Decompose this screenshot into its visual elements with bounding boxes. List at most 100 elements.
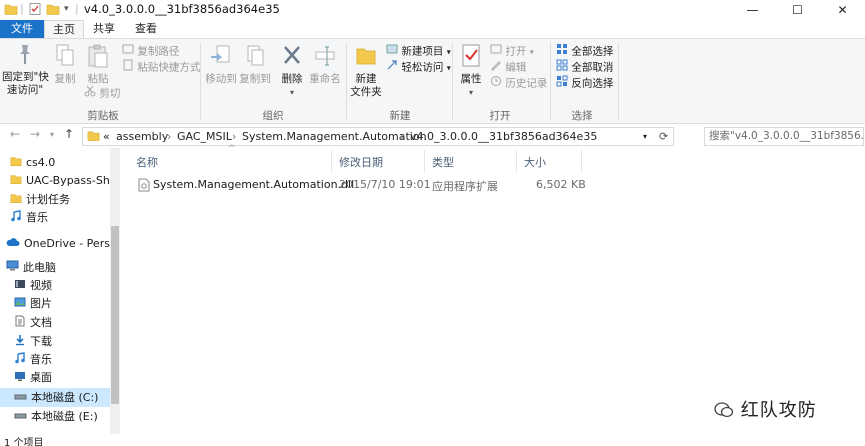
file-name: System.Management.Automation.dll [153, 178, 355, 191]
tab-file[interactable]: 文件 [0, 20, 44, 38]
properties-chevron-icon: ▾ [468, 88, 473, 97]
recent-locations-chevron-icon[interactable]: ▾ [50, 130, 54, 139]
history-icon [490, 75, 502, 92]
close-button[interactable]: ✕ [820, 0, 865, 20]
copy-button[interactable]: 复制 [50, 43, 80, 86]
history-label: 历史记录 [505, 77, 548, 90]
column-header-modified[interactable]: 修改日期 [339, 154, 383, 170]
sidebar-item[interactable]: 本地磁盘 (C:) [0, 388, 110, 407]
sidebar-item[interactable]: 此电脑 [0, 258, 110, 277]
paste-button[interactable]: 粘贴 [82, 43, 114, 86]
properties-button[interactable]: 属性 ▾ [456, 43, 486, 99]
music-icon [14, 351, 26, 370]
back-arrow-icon[interactable]: ← [10, 127, 20, 141]
minimize-button[interactable]: — [730, 0, 775, 20]
edit-button[interactable]: 编辑 [490, 59, 526, 75]
copy-to-button[interactable]: 复制到 [238, 43, 272, 86]
column-header-size[interactable]: 大小 [524, 154, 546, 170]
breadcrumb-overflow[interactable]: « [103, 130, 110, 143]
open-button[interactable]: 打开 ▾ [490, 43, 534, 59]
move-to-button[interactable]: 移动到 [204, 43, 238, 86]
cut-button[interactable]: 剪切 [84, 85, 120, 101]
sidebar-item[interactable]: 音乐 [0, 350, 110, 369]
folder-icon [10, 191, 22, 210]
tab-view[interactable]: 查看 [124, 20, 168, 38]
title-bar: | ▾ | v4.0_3.0.0.0__31bf3856ad364e35 — ☐… [0, 0, 865, 20]
invert-selection-icon [556, 75, 568, 92]
new-folder-button[interactable]: 新建 文件夹 [348, 43, 384, 99]
paste-shortcut-icon [122, 59, 134, 76]
sidebar-item-label: OneDrive - Perso [24, 237, 110, 250]
column-divider[interactable] [516, 150, 517, 172]
dll-file-icon [138, 178, 150, 195]
edit-icon [490, 59, 502, 76]
address-history-chevron-icon[interactable]: ▾ [643, 132, 647, 141]
select-none-icon [556, 59, 568, 76]
search-input[interactable]: 搜索"v4.0_3.0.0.0__31bf3856... [704, 127, 864, 146]
sidebar-item[interactable]: 本地磁盘 (E:) [0, 407, 110, 426]
rename-button[interactable]: 重命名 [308, 43, 342, 86]
desktop-icon [14, 369, 26, 388]
breadcrumb-system-management-automation[interactable]: System.Management.Automation [242, 130, 427, 143]
select-all-button[interactable]: 全部选择 [556, 43, 613, 59]
address-bar[interactable]: « assembly › GAC_MSIL › System.Managemen… [82, 127, 674, 146]
easy-access-button[interactable]: 轻松访问 ▾ [386, 59, 451, 75]
sidebar-item[interactable]: 下载 [0, 332, 110, 351]
tab-home[interactable]: 主页 [44, 20, 84, 38]
new-folder-label: 新建 文件夹 [350, 73, 382, 98]
pin-quick-access-button[interactable]: 固定到"快 速访问" [2, 43, 49, 97]
invert-selection-button[interactable]: 反向选择 [556, 75, 613, 91]
easy-access-chevron-icon: ▾ [446, 63, 451, 73]
new-item-button[interactable]: 新建项目 ▾ [386, 43, 451, 59]
breadcrumb-separator-icon[interactable]: › [167, 130, 171, 143]
sidebar-item[interactable]: cs4.0 [0, 153, 110, 172]
forward-arrow-icon[interactable]: → [30, 127, 40, 141]
sidebar-item[interactable]: UAC-Bypass-Sh [0, 171, 110, 190]
sidebar-item[interactable]: 计划任务 [0, 190, 110, 209]
group-separator [550, 43, 551, 121]
sidebar-item[interactable]: OneDrive - Perso [0, 234, 110, 253]
copy-path-button[interactable]: 复制路径 [122, 43, 179, 59]
column-divider[interactable] [424, 150, 425, 172]
breadcrumb-gac-msil[interactable]: GAC_MSIL [177, 130, 232, 143]
customize-qa-chevron-icon[interactable]: ▾ [64, 4, 69, 20]
new-group-label: 新建 [389, 110, 411, 122]
refresh-icon[interactable]: ⟳ [659, 130, 668, 143]
breadcrumb-separator-icon[interactable]: › [232, 130, 236, 143]
folder-icon [87, 129, 100, 145]
sidebar-item[interactable]: 音乐 [0, 208, 110, 227]
rename-label: 重命名 [309, 73, 341, 85]
separator: | [20, 2, 24, 15]
copy-path-icon [122, 43, 134, 60]
group-separator [452, 43, 453, 121]
select-none-button[interactable]: 全部取消 [556, 59, 613, 75]
breadcrumb-current-folder[interactable]: v4.0_3.0.0.0__31bf3856ad364e35 [410, 130, 597, 143]
group-separator [346, 43, 347, 121]
new-folder-quick-icon[interactable] [46, 2, 60, 18]
folder-icon [4, 2, 18, 18]
column-header-type[interactable]: 类型 [432, 154, 454, 170]
delete-icon [284, 46, 300, 64]
maximize-button[interactable]: ☐ [775, 0, 820, 20]
tab-share[interactable]: 共享 [84, 20, 124, 38]
new-item-label: 新建项目 [401, 45, 444, 58]
properties-quick-icon[interactable] [28, 2, 42, 18]
file-list: 名称 ^ 修改日期 类型 大小 System.Management.Automa… [124, 144, 865, 434]
history-button[interactable]: 历史记录 [490, 75, 547, 91]
ribbon: 固定到"快 速访问" 复制 粘贴 复制路径 粘贴快捷方式 剪切 剪贴板 移动到 [0, 38, 865, 124]
breadcrumb-separator-icon[interactable]: › [400, 130, 404, 143]
column-divider[interactable] [331, 150, 332, 172]
sidebar-item[interactable]: 视频 [0, 276, 110, 295]
group-separator [618, 43, 619, 121]
sidebar-item[interactable]: 桌面 [0, 368, 110, 387]
paste-shortcut-button[interactable]: 粘贴快捷方式 [122, 59, 200, 75]
breadcrumb-assembly[interactable]: assembly [116, 130, 168, 143]
sidebar-scrollbar-thumb[interactable] [111, 226, 119, 404]
delete-button[interactable]: 删除 ▾ [278, 43, 306, 99]
column-header-name[interactable]: 名称 [136, 154, 158, 170]
sidebar-item[interactable]: 图片 [0, 294, 110, 313]
sidebar-item[interactable]: 文档 [0, 313, 110, 332]
status-text: 1 个项目 [4, 438, 44, 446]
column-divider[interactable] [581, 150, 582, 172]
up-arrow-icon[interactable]: ↑ [64, 127, 74, 141]
